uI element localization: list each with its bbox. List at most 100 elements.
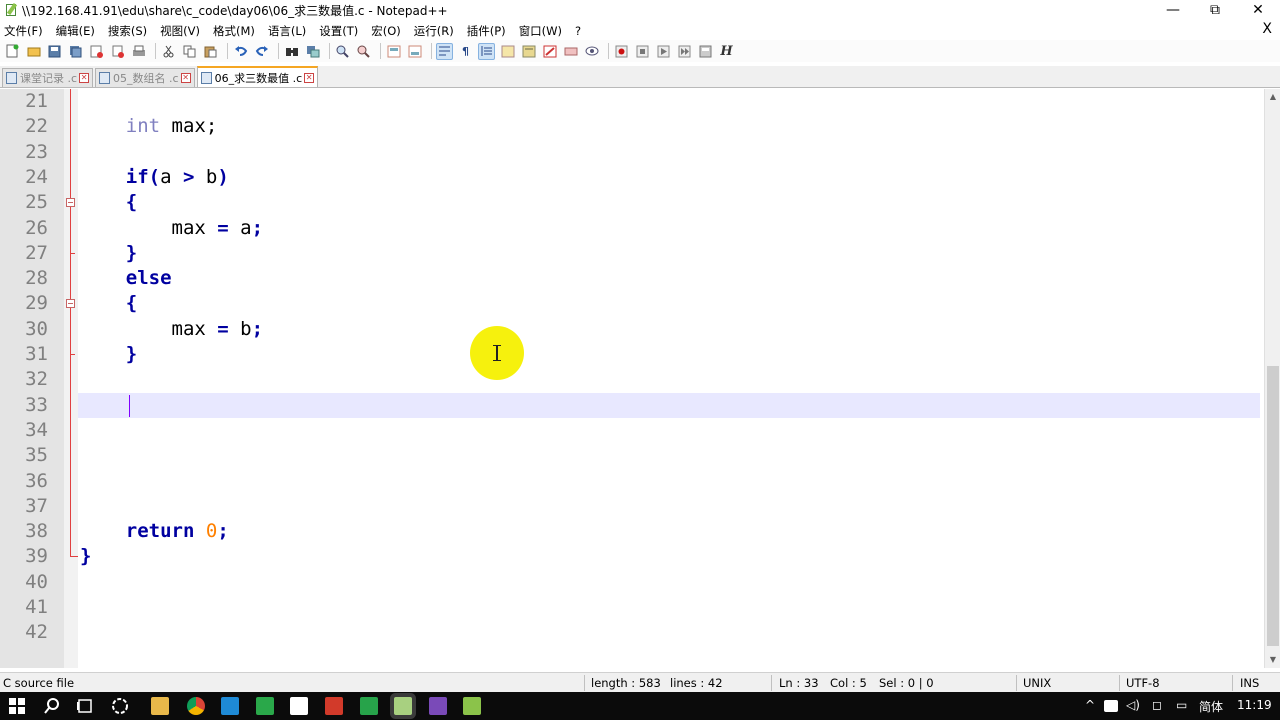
menu-language[interactable]: 语言(L) (268, 23, 306, 39)
monitor-icon[interactable] (562, 43, 579, 60)
visual-studio-icon[interactable] (429, 697, 447, 715)
menu-settings[interactable]: 设置(T) (319, 23, 358, 39)
windows-start-icon[interactable] (8, 697, 26, 715)
code-line: 41 (25, 596, 48, 618)
window-app-icon[interactable] (290, 697, 308, 715)
menu-format[interactable]: 格式(M) (213, 23, 255, 39)
copy-icon[interactable] (181, 43, 198, 60)
undo-icon[interactable] (232, 43, 249, 60)
zoom-out-icon[interactable] (355, 43, 372, 60)
function-list-icon[interactable] (520, 43, 537, 60)
stop-macro-icon[interactable] (634, 43, 651, 60)
new-file-icon[interactable] (4, 43, 21, 60)
status-column: Col : 5 (830, 676, 867, 690)
title-bar: \\192.168.41.91\edu\share\c_code\day06\0… (0, 0, 1280, 20)
tab-close-icon[interactable]: ✕ (79, 73, 90, 83)
toolbar-separator (329, 43, 330, 59)
cut-icon[interactable] (160, 43, 177, 60)
document-map-icon[interactable] (499, 43, 516, 60)
network-icon[interactable] (1104, 700, 1118, 712)
toolbar-separator (278, 43, 279, 59)
restore-button[interactable]: ⧉ (1193, 0, 1237, 20)
paste-icon[interactable] (202, 43, 219, 60)
menu-edit[interactable]: 编辑(E) (56, 23, 95, 39)
show-all-chars-icon[interactable]: ¶ (457, 43, 474, 60)
minimize-button[interactable]: — (1151, 0, 1195, 20)
word-wrap-icon[interactable] (436, 42, 453, 60)
tab-array-name[interactable]: 05_数组名 .c ✕ (95, 68, 195, 87)
code-line: 32 (25, 368, 48, 391)
save-macro-icon[interactable] (697, 43, 714, 60)
tab-close-icon[interactable]: ✕ (180, 73, 191, 83)
spreadsheet-app-icon[interactable] (360, 697, 378, 715)
indent-guide-icon[interactable] (478, 42, 495, 60)
record-macro-icon[interactable] (613, 43, 630, 60)
menu-view[interactable]: 视图(V) (160, 23, 200, 39)
tray-expand-icon[interactable]: ^ (1085, 698, 1095, 712)
code-line: 35 (25, 444, 48, 467)
find-icon[interactable] (283, 43, 300, 60)
folder-workspace-icon[interactable] (541, 43, 558, 60)
task-view-icon[interactable] (76, 697, 94, 715)
notepadpp-taskbar-icon[interactable] (394, 697, 412, 715)
code-line: 37 (25, 494, 48, 517)
sync-horizontal-icon[interactable] (406, 43, 423, 60)
spell-check-icon[interactable]: H (718, 43, 735, 60)
redo-icon[interactable] (253, 43, 270, 60)
chrome-icon[interactable] (187, 697, 205, 715)
replace-icon[interactable] (304, 43, 321, 60)
vertical-scrollbar[interactable]: ▲ ▼ (1264, 89, 1280, 668)
document-tab-bar: 课堂记录 .c ✕ 05_数组名 .c ✕ 06_求三数最值 .c ✕ (0, 66, 1280, 88)
file-explorer-icon[interactable] (151, 697, 169, 715)
tab-three-number-max[interactable]: 06_求三数最值 .c ✕ (196, 66, 319, 87)
windows-taskbar: ^ ◁) ◻ ▭ 简体 11:19 (0, 692, 1280, 720)
save-icon[interactable] (46, 43, 63, 60)
menu-search[interactable]: 搜索(S) (108, 23, 147, 39)
menu-help[interactable]: ? (575, 24, 581, 38)
toolbar-separator (227, 43, 228, 59)
code-line: 28 else (25, 267, 172, 290)
menu-file[interactable]: 文件(F) (4, 23, 43, 39)
editor-app-icon[interactable] (463, 697, 481, 715)
close-icon[interactable] (88, 43, 105, 60)
text-caret (129, 395, 130, 417)
menu-macro[interactable]: 宏(O) (371, 23, 401, 39)
sync-vertical-icon[interactable] (385, 43, 402, 60)
close-document-button[interactable]: X (1262, 21, 1272, 37)
menu-plugins[interactable]: 插件(P) (467, 23, 506, 39)
save-all-icon[interactable] (67, 43, 84, 60)
code-line: 23 (25, 140, 48, 163)
zoom-in-icon[interactable] (334, 43, 351, 60)
status-separator (1119, 675, 1120, 691)
run-macro-multiple-icon[interactable] (676, 43, 693, 60)
green-app-icon[interactable] (256, 697, 274, 715)
pinwheel-app-icon[interactable] (111, 697, 129, 715)
keyboard-icon[interactable]: ▭ (1176, 698, 1187, 712)
menu-run[interactable]: 运行(R) (414, 23, 454, 39)
code-editor[interactable]: 21 22 int max; 23 24 if(a > b) 25 { 26 m… (0, 89, 1264, 668)
scroll-up-icon[interactable]: ▲ (1265, 89, 1280, 105)
close-all-icon[interactable] (109, 43, 126, 60)
red-app-icon[interactable] (325, 697, 343, 715)
close-window-button[interactable]: ✕ (1236, 0, 1280, 20)
code-line: 25 { (25, 191, 138, 214)
scroll-down-icon[interactable]: ▼ (1265, 652, 1280, 668)
search-icon[interactable] (43, 697, 61, 715)
print-icon[interactable] (130, 43, 147, 60)
clock[interactable]: 11:19 (1237, 698, 1272, 712)
status-file-type: C source file (3, 676, 75, 690)
scrollbar-thumb[interactable] (1267, 366, 1279, 646)
status-separator (584, 675, 585, 691)
status-line-number: Ln : 33 (779, 676, 819, 690)
word-app-icon[interactable] (221, 697, 239, 715)
ime-indicator[interactable]: 简体 (1199, 698, 1223, 715)
menu-window[interactable]: 窗口(W) (519, 23, 562, 39)
eye-icon[interactable] (583, 43, 600, 60)
volume-icon[interactable]: ◁) (1126, 698, 1140, 712)
play-macro-icon[interactable] (655, 43, 672, 60)
open-file-icon[interactable] (25, 43, 42, 60)
notification-icon[interactable]: ◻ (1152, 698, 1162, 712)
notepadpp-app-icon[interactable] (4, 2, 18, 17)
tab-classroom-notes[interactable]: 课堂记录 .c ✕ (2, 68, 94, 87)
tab-close-icon[interactable]: ✕ (304, 72, 315, 83)
